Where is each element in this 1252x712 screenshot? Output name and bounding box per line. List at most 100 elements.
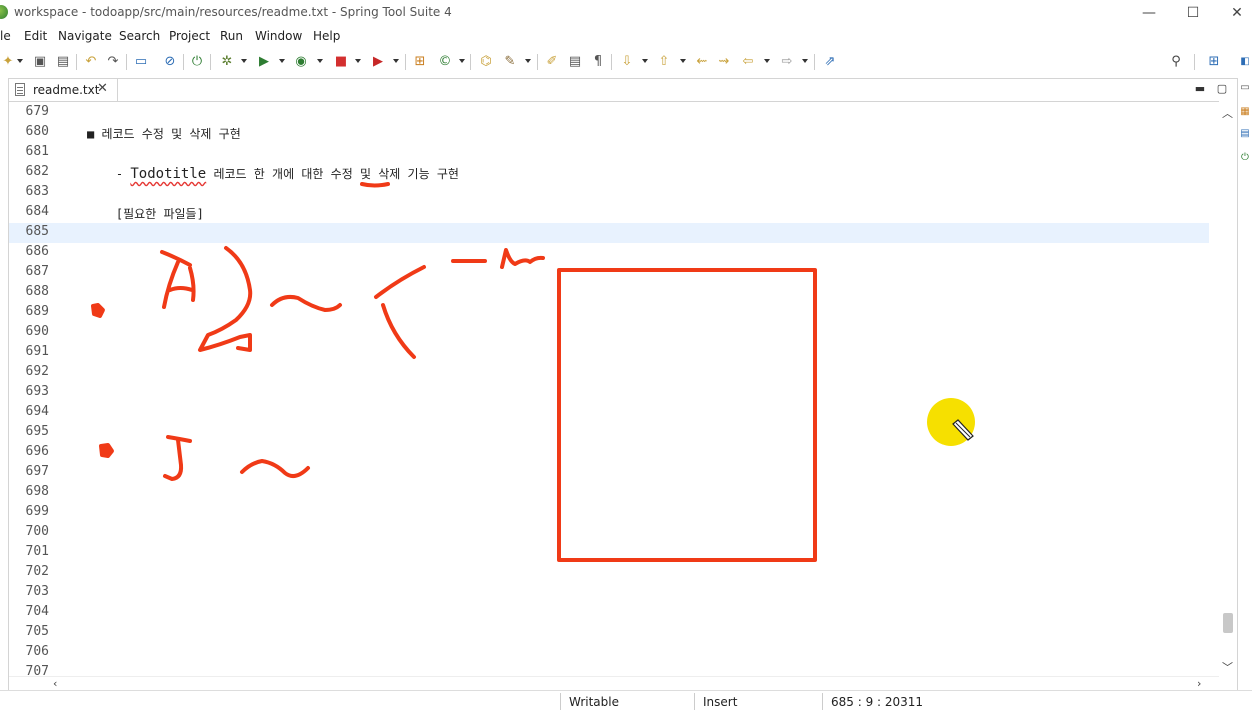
menu-navigate[interactable]: Navigate — [58, 29, 112, 43]
coverage-icon[interactable]: ◉ — [293, 54, 309, 70]
editor-line[interactable]: 685 — [9, 223, 1209, 243]
line-number: 693 — [25, 384, 49, 399]
close-button[interactable]: ✕ — [1222, 3, 1252, 23]
editor-line[interactable]: 691 — [9, 343, 1209, 363]
stop-icon[interactable]: ■ — [333, 54, 349, 70]
editor-line[interactable]: 696 — [9, 443, 1209, 463]
editor-line[interactable]: 703 — [9, 583, 1209, 603]
editor-line[interactable]: 694 — [9, 403, 1209, 423]
editor-line[interactable]: 687 — [9, 263, 1209, 283]
perspective-java-icon[interactable]: ◧ — [1239, 56, 1251, 68]
back-icon[interactable]: ⇦ — [740, 54, 756, 70]
minimize-view-button[interactable]: ▬ — [1193, 82, 1207, 96]
last-edit-icon[interactable]: ⇜ — [694, 54, 710, 70]
scroll-right-icon[interactable]: › — [1197, 677, 1201, 690]
previous-annotation-icon[interactable]: ⇧ — [656, 54, 672, 70]
vertical-scrollbar[interactable]: ︿ ﹀ — [1219, 101, 1237, 677]
forward-icon[interactable]: ⇨ — [779, 54, 795, 70]
text-editor-area[interactable]: 679 680 ■ 레코드 수정 및 삭제 구현 681 682 - Todotitle… — [9, 103, 1209, 675]
editor-line[interactable]: 695 — [9, 423, 1209, 443]
new-class-icon[interactable]: © — [437, 54, 453, 70]
line-number: 706 — [25, 644, 49, 659]
editor-line[interactable]: 680 ■ 레코드 수정 및 삭제 구현 — [9, 123, 1209, 143]
toggle-mark-occurrences-icon[interactable]: ✐ — [544, 54, 560, 70]
external-tools-icon[interactable]: ▶ — [370, 54, 386, 70]
close-tab-icon[interactable]: ✕ — [97, 81, 108, 96]
open-type-icon[interactable]: ⌬ — [478, 54, 494, 70]
editor-line[interactable]: 679 — [9, 103, 1209, 123]
editor-line[interactable]: 699 — [9, 503, 1209, 523]
editor-line[interactable]: 682 - Todotitle 레코드 한 개에 대한 수정 및 삭제 기능 구… — [9, 163, 1209, 183]
editor-line[interactable]: 707 — [9, 663, 1209, 675]
editor-line[interactable]: 684 [필요한 파일들] — [9, 203, 1209, 223]
minimize-button[interactable]: — — [1134, 3, 1164, 23]
undo-icon[interactable]: ↶ — [83, 54, 99, 70]
editor-line[interactable]: 701 — [9, 543, 1209, 563]
line-text-suffix: 레코드 한 개에 대한 수정 및 삭제 기능 구현 — [206, 167, 459, 181]
editor-line[interactable]: 690 — [9, 323, 1209, 343]
line-number: 707 — [25, 664, 49, 675]
debug-icon[interactable]: ✲ — [219, 54, 235, 70]
editor-line[interactable]: 706 — [9, 643, 1209, 663]
new-icon[interactable]: ✦ — [0, 54, 16, 70]
task-list-icon[interactable]: ▤ — [1239, 128, 1251, 140]
next-annotation-icon[interactable]: ⇩ — [619, 54, 635, 70]
menu-help[interactable]: Help — [313, 29, 340, 43]
menu-file[interactable]: le — [0, 29, 11, 43]
tab-readme-txt[interactable]: readme.txt ✕ — [9, 79, 118, 101]
save-icon[interactable]: ▣ — [32, 54, 48, 70]
line-number: 680 — [25, 124, 49, 139]
spring-boot-icon[interactable]: ⏻ — [189, 54, 205, 70]
menu-edit[interactable]: Edit — [24, 29, 47, 43]
scroll-left-icon[interactable]: ‹ — [53, 677, 57, 690]
editor-line[interactable]: 681 — [9, 143, 1209, 163]
line-number: 685 — [25, 224, 49, 239]
line-number: 687 — [25, 264, 49, 279]
menu-project[interactable]: Project — [169, 29, 210, 43]
editor-line[interactable]: 683 — [9, 183, 1209, 203]
scroll-thumb[interactable] — [1223, 613, 1233, 633]
editor-line[interactable]: 702 — [9, 563, 1209, 583]
open-task-icon[interactable]: ✎ — [502, 54, 518, 70]
pin-editor-icon[interactable]: ⇗ — [822, 54, 838, 70]
open-perspective-icon[interactable]: ⊞ — [1206, 54, 1222, 70]
editor-line[interactable]: 688 — [9, 283, 1209, 303]
menu-run[interactable]: Run — [220, 29, 243, 43]
outline-icon[interactable]: ▦ — [1239, 106, 1251, 118]
redo-icon[interactable]: ↷ — [105, 54, 121, 70]
line-text-prefix: - — [87, 167, 131, 181]
scroll-down-icon[interactable]: ﹀ — [1222, 659, 1233, 675]
maximize-view-button[interactable]: ▢ — [1215, 82, 1229, 96]
horizontal-scrollbar[interactable]: ‹ › — [9, 676, 1219, 691]
editor-line[interactable]: 692 — [9, 363, 1209, 383]
paragraph-icon[interactable]: ¶ — [590, 54, 606, 70]
terminal-icon[interactable]: ▭ — [133, 54, 149, 70]
editor-line[interactable]: 704 — [9, 603, 1209, 623]
line-number: 696 — [25, 444, 49, 459]
editor-line[interactable]: 697 — [9, 463, 1209, 483]
show-whitespace-icon[interactable]: ▤ — [567, 54, 583, 70]
editor-line[interactable]: 698 — [9, 483, 1209, 503]
save-all-icon[interactable]: ▤ — [55, 54, 71, 70]
editor-line[interactable]: 693 — [9, 383, 1209, 403]
status-insert-mode: Insert — [703, 695, 738, 709]
line-number: 679 — [25, 104, 49, 119]
scroll-up-icon[interactable]: ︿ — [1222, 105, 1233, 121]
skip-breakpoints-icon[interactable]: ⊘ — [162, 54, 178, 70]
editor-line[interactable]: 689 — [9, 303, 1209, 323]
new-package-icon[interactable]: ⊞ — [412, 54, 428, 70]
boot-dashboard-icon[interactable]: ⏻ — [1239, 152, 1251, 164]
editor-line[interactable]: 700 — [9, 523, 1209, 543]
search-icon[interactable]: ⚲ — [1168, 54, 1184, 70]
restore-icon[interactable]: ▭ — [1239, 82, 1251, 94]
next-edit-icon[interactable]: ⇝ — [716, 54, 732, 70]
menu-search[interactable]: Search — [119, 29, 160, 43]
maximize-button[interactable]: ☐ — [1178, 3, 1208, 23]
editor-line[interactable]: 686 — [9, 243, 1209, 263]
line-number: 700 — [25, 524, 49, 539]
status-writable: Writable — [569, 695, 619, 709]
editor-line[interactable]: 705 — [9, 623, 1209, 643]
line-text: ■ 레코드 수정 및 삭제 구현 — [87, 127, 241, 141]
run-icon[interactable]: ▶ — [256, 54, 272, 70]
menu-window[interactable]: Window — [255, 29, 302, 43]
